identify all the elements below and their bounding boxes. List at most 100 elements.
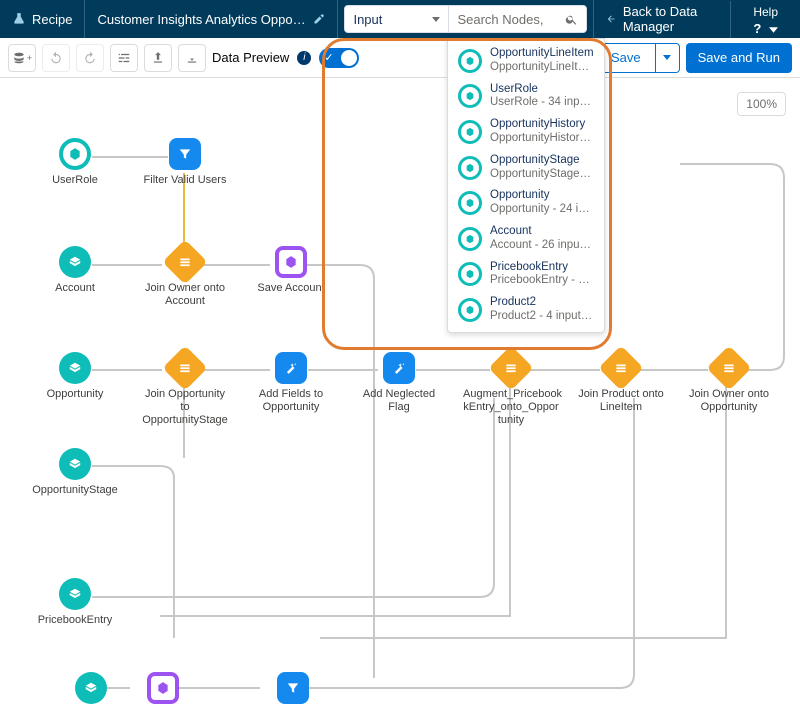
- back-label: Back to Data Manager: [623, 4, 719, 34]
- stack-icon: [178, 361, 192, 375]
- dropdown-title: Product2: [490, 296, 594, 310]
- recipe-title-section[interactable]: Customer Insights Analytics Opportunity …: [85, 0, 338, 38]
- save-split-button: Save: [596, 43, 680, 73]
- dropdown-item[interactable]: AccountAccount - 26 input c...: [448, 221, 604, 257]
- hex-ring-icon: [458, 191, 482, 215]
- node-save-account[interactable]: Save Account: [248, 246, 334, 295]
- flask-icon: [12, 12, 26, 26]
- node-opportunity[interactable]: Opportunity: [32, 352, 118, 401]
- node-join-product[interactable]: Join Product onto LineItem: [578, 352, 664, 414]
- node-type-select[interactable]: Input: [344, 5, 449, 33]
- undo-icon: [49, 51, 63, 65]
- node-add-neglected[interactable]: Add Neglected Flag: [356, 352, 442, 414]
- dropdown-item[interactable]: UserRoleUserRole - 34 input ...: [448, 79, 604, 115]
- dropdown-subtitle: Account - 26 input c...: [490, 239, 594, 253]
- dropdown-subtitle: OpportunityStage - ...: [490, 168, 594, 182]
- node-type-value: Input: [353, 12, 382, 27]
- toggle-knob: [341, 50, 357, 66]
- dropdown-item[interactable]: OpportunityOpportunity - 24 inp...: [448, 185, 604, 221]
- node-output-bottom[interactable]: [120, 672, 206, 704]
- node-search-dropdown: OpportunityLineItemOpportunityLineItem..…: [447, 38, 605, 333]
- recipe-canvas[interactable]: 100% UserRole Filter Valid Users: [0, 78, 800, 720]
- node-opportunity-stage[interactable]: OpportunityStage: [32, 448, 118, 497]
- layers-icon: [68, 361, 82, 375]
- settings-button[interactable]: [110, 44, 138, 72]
- node-join-opp-stage[interactable]: Join Opportunity to OpportunityStage: [142, 352, 228, 428]
- node-search-input[interactable]: Search Nodes,: [449, 5, 587, 33]
- preview-switch[interactable]: ✓: [319, 48, 359, 68]
- import-button[interactable]: [178, 44, 206, 72]
- brand-label: Recipe: [32, 12, 72, 27]
- hex-ring-icon: [458, 84, 482, 108]
- dropdown-item[interactable]: OpportunityHistoryOpportunityHistory ...: [448, 114, 604, 150]
- dropdown-subtitle: OpportunityLineItem...: [490, 61, 594, 75]
- stack-icon: [614, 361, 628, 375]
- dropdown-item[interactable]: Product2Product2 - 4 input c...: [448, 292, 604, 328]
- node-userrole[interactable]: UserRole: [32, 138, 118, 187]
- info-icon[interactable]: i: [297, 51, 311, 65]
- hex-icon: [68, 147, 82, 161]
- node-account[interactable]: Account: [32, 246, 118, 295]
- dropdown-title: OpportunityStage: [490, 154, 594, 168]
- dropdown-title: PricebookEntry: [490, 261, 594, 275]
- node-label: UserRole: [52, 174, 98, 187]
- back-arrow-icon: [606, 12, 616, 26]
- node-join-owner-account[interactable]: Join Owner onto Account: [142, 246, 228, 308]
- chevron-down-icon: [769, 21, 778, 36]
- dropdown-item[interactable]: PricebookEntryPricebookEntry - 12 ...: [448, 257, 604, 293]
- dropdown-title: Opportunity: [490, 189, 594, 203]
- add-node-button[interactable]: +: [8, 44, 36, 72]
- dropdown-title: Account: [490, 225, 594, 239]
- node-filter-bottom[interactable]: [250, 672, 336, 704]
- stack-icon: [504, 361, 518, 375]
- brand-section: Recipe: [0, 0, 85, 38]
- hex-ring-icon: [458, 49, 482, 73]
- layers-icon: [68, 255, 82, 269]
- help-block[interactable]: Help ?: [730, 1, 800, 38]
- dropdown-subtitle: Product2 - 4 input c...: [490, 310, 594, 324]
- hex-ring-icon: [458, 227, 482, 251]
- undo-button[interactable]: [42, 44, 70, 72]
- wand-icon: [284, 361, 298, 375]
- redo-button[interactable]: [76, 44, 104, 72]
- node-add-fields[interactable]: Add Fields to Opportunity: [248, 352, 334, 414]
- download-icon: [185, 51, 199, 65]
- layers-icon: [84, 681, 98, 695]
- data-preview-toggle: Data Preview i ✓: [212, 48, 359, 68]
- node-join-owner-opp[interactable]: Join Owner onto Opportunity: [686, 352, 772, 414]
- node-label: Join Owner onto Opportunity: [686, 388, 772, 414]
- node-label: Save Account: [257, 282, 324, 295]
- dropdown-item[interactable]: OpportunityLineItemOpportunityLineItem..…: [448, 43, 604, 79]
- dropdown-title: OpportunityHistory: [490, 118, 594, 132]
- node-filter-valid-users[interactable]: Filter Valid Users: [142, 138, 228, 187]
- node-pricebook-entry[interactable]: PricebookEntry: [32, 578, 118, 627]
- node-label: Join Owner onto Account: [142, 282, 228, 308]
- layers-icon: [68, 587, 82, 601]
- sliders-icon: [117, 51, 131, 65]
- export-button[interactable]: [144, 44, 172, 72]
- dropdown-subtitle: UserRole - 34 input ...: [490, 96, 594, 110]
- back-link[interactable]: Back to Data Manager: [593, 0, 730, 38]
- node-augment-pricebook[interactable]: Augment_Pricebook kEntry_onto_Oppor tuni…: [468, 352, 554, 428]
- plus-db-icon: [12, 51, 26, 65]
- node-label: Add Fields to Opportunity: [248, 388, 334, 414]
- stack-icon: [722, 361, 736, 375]
- dropdown-title: UserRole: [490, 83, 594, 97]
- funnel-icon: [286, 681, 300, 695]
- node-label: OpportunityStage: [32, 484, 118, 497]
- node-label: Join Product onto LineItem: [578, 388, 664, 414]
- hex-ring-icon: [458, 120, 482, 144]
- help-question-icon: ?: [753, 21, 761, 36]
- redo-icon: [83, 51, 97, 65]
- search-combo-wrap: Input Search Nodes,: [338, 5, 593, 33]
- node-label: Augment_Pricebook kEntry_onto_Oppor tuni…: [463, 388, 559, 428]
- layers-icon: [68, 457, 82, 471]
- node-label: PricebookEntry: [38, 614, 113, 627]
- dropdown-item[interactable]: OpportunityStageOpportunityStage - ...: [448, 150, 604, 186]
- node-label: Account: [55, 282, 95, 295]
- hex-ring-icon: [458, 262, 482, 286]
- save-dropdown-button[interactable]: [656, 43, 680, 73]
- dropdown-subtitle: Opportunity - 24 inp...: [490, 203, 594, 217]
- stack-icon: [178, 255, 192, 269]
- save-and-run-button[interactable]: Save and Run: [686, 43, 792, 73]
